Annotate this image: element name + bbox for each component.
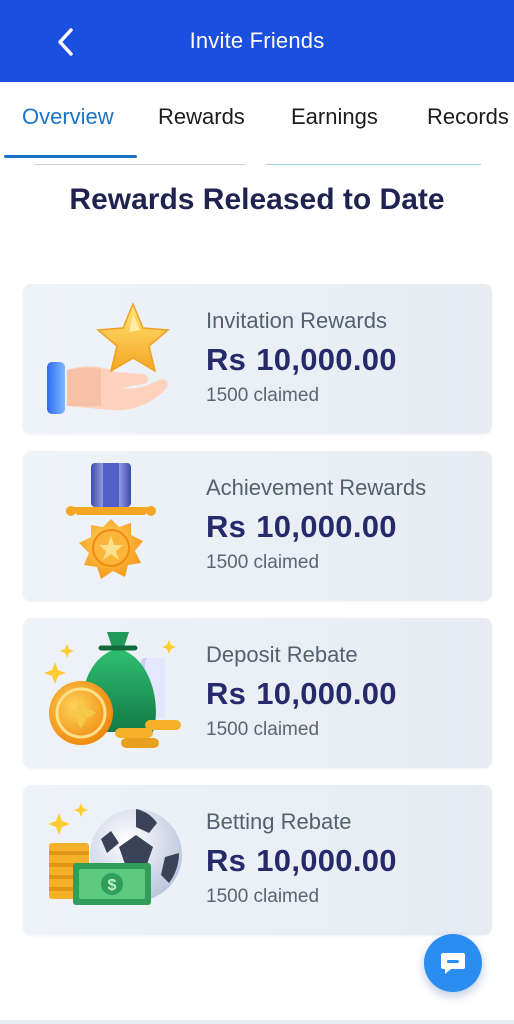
amount-value: 10,000.00: [256, 342, 397, 377]
section-title: Rewards Released to Date: [69, 183, 445, 216]
tab-earnings[interactable]: Earnings: [291, 104, 378, 130]
divider: [34, 164, 246, 165]
amount-value: 10,000.00: [256, 676, 397, 711]
medal-icon: [66, 463, 156, 579]
currency-symbol: Rs: [206, 342, 247, 377]
amount-value: 10,000.00: [256, 509, 397, 544]
top-app-bar: Invite Friends: [0, 0, 514, 82]
reward-amount: Rs 10,000.00: [206, 509, 397, 545]
card-label: Achievement Rewards: [206, 475, 427, 500]
active-tab-indicator: [4, 155, 137, 158]
money-bag-coins-icon: [44, 632, 181, 748]
soccer-ball-cash-icon: $: [48, 803, 182, 905]
tab-rewards[interactable]: Rewards: [158, 104, 245, 130]
claimed-count: 1500 claimed: [206, 886, 320, 907]
currency-symbol: Rs: [206, 676, 247, 711]
hand-star-icon: [47, 302, 170, 414]
svg-text:$: $: [108, 877, 117, 894]
claimed-count: 1500 claimed: [206, 719, 320, 740]
page-title: Invite Friends: [189, 28, 325, 53]
card-label: Deposit Rebate: [206, 642, 358, 667]
card-label: Invitation Rewards: [206, 308, 387, 333]
amount-value: 10,000.00: [256, 843, 397, 878]
tab-records[interactable]: Records: [427, 104, 509, 130]
currency-symbol: Rs: [206, 509, 247, 544]
tab-bar: Overview Rewards Earnings Records: [0, 82, 514, 162]
currency-symbol: Rs: [206, 843, 247, 878]
tab-overview[interactable]: Overview: [22, 104, 114, 130]
bottom-divider: [0, 1020, 514, 1024]
reward-amount: Rs 10,000.00: [206, 676, 397, 712]
card-label: Betting Rebate: [206, 809, 352, 834]
claimed-count: 1500 claimed: [206, 552, 320, 573]
deposit-rebate-card: Deposit Rebate Rs 10,000.00 1500 claimed: [23, 618, 492, 768]
chat-bubble-icon: [441, 953, 465, 974]
divider: [266, 164, 481, 165]
achievement-rewards-card: Achievement Rewards Rs 10,000.00 1500 cla…: [23, 451, 492, 601]
chat-support-button[interactable]: [424, 934, 482, 992]
invitation-rewards-card: Invitation Rewards Rs 10,000.00 1500 clai…: [23, 284, 492, 434]
betting-rebate-card: $ Betting Rebate Rs 10,000.00 1500 claime…: [23, 785, 492, 935]
claimed-count: 1500 claimed: [206, 385, 320, 406]
reward-amount: Rs 10,000.00: [206, 843, 397, 879]
reward-amount: Rs 10,000.00: [206, 342, 397, 378]
